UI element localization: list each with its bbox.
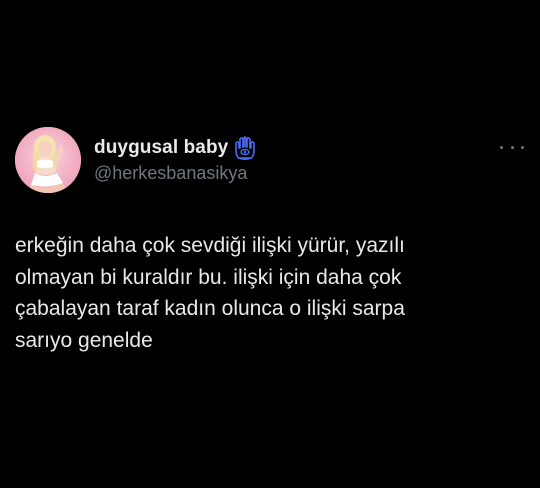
author-handle[interactable]: @herkesbanasikya — [94, 163, 247, 184]
hamsa-evil-eye-icon — [234, 136, 256, 160]
tweet-text: erkeğin daha çok sevdiği ilişki yürür, y… — [15, 234, 405, 352]
display-name[interactable]: duygusal baby — [94, 137, 228, 159]
more-dot — [500, 145, 503, 149]
more-dot — [510, 145, 514, 149]
avatar-image — [15, 127, 81, 193]
more-options-icon[interactable] — [500, 140, 524, 154]
tweet-card: duygusal baby @herkesbanasikya erkeğin d… — [0, 0, 540, 488]
author-name-row: duygusal baby — [94, 135, 256, 161]
avatar[interactable] — [15, 127, 81, 193]
more-dot — [521, 145, 524, 149]
